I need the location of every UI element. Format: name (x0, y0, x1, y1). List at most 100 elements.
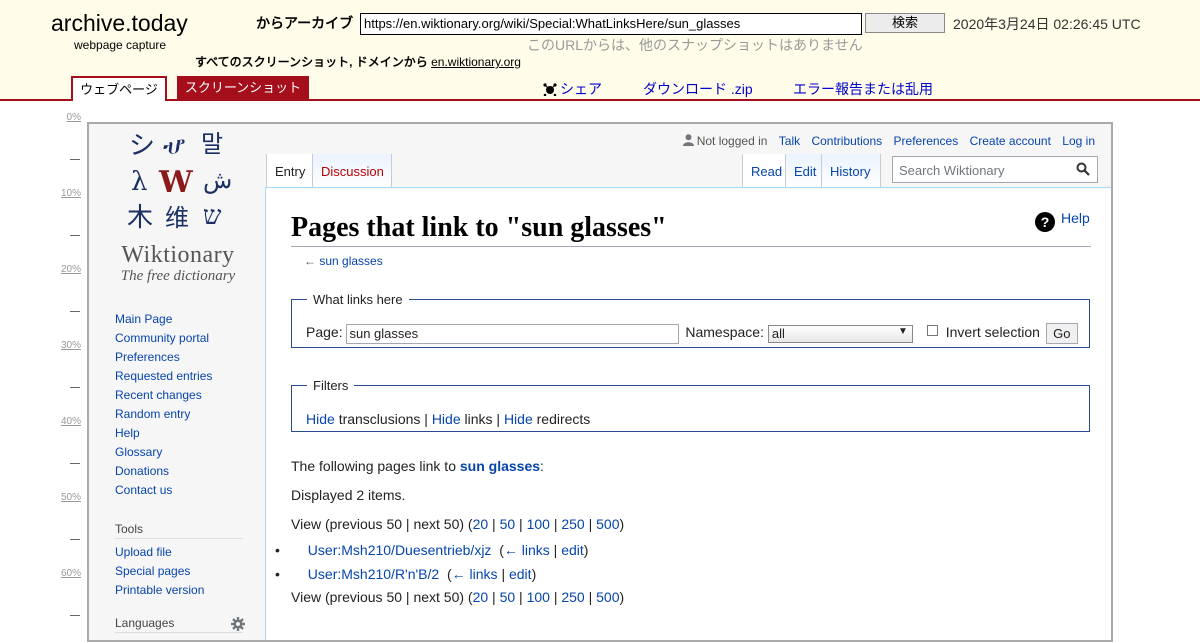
result-whatlinks-link[interactable]: ← links (504, 542, 550, 558)
view-100-link[interactable]: 100 (527, 589, 550, 605)
tab-discussion[interactable]: Discussion (313, 154, 392, 188)
namespace-select[interactable]: all ▼ (767, 324, 913, 343)
view-prefix: View (previous 50 | next 50) ( (291, 589, 473, 605)
dropdown-arrow-icon: ▼ (897, 325, 908, 337)
search-icon[interactable] (1076, 162, 1090, 176)
view-50-link[interactable]: 50 (500, 516, 516, 532)
archive-share-label: シェア (560, 81, 602, 97)
archive-share-link[interactable]: シェア (543, 79, 602, 99)
archive-download-link[interactable]: ダウンロード .zip (643, 79, 753, 99)
hide-links-link[interactable]: Hide (432, 411, 461, 427)
sidebar-item-requested-entries[interactable]: Requested entries (115, 367, 255, 386)
sidebar-item-main-page[interactable]: Main Page (115, 310, 255, 329)
archive-tab-screenshot[interactable]: スクリーンショット (177, 76, 309, 99)
view-50-link[interactable]: 50 (500, 589, 516, 605)
archive-report-link[interactable]: エラー報告または乱用 (793, 79, 933, 99)
result-title-link[interactable]: User:Msh210/Duesentrieb/xjz (308, 542, 492, 558)
ruler-label[interactable]: 30% (61, 340, 81, 351)
captured-page-frame: シ ሇ 말 λ W ش 木 维 ש Wiktionary The free di… (87, 122, 1113, 642)
archive-url-input[interactable]: https://en.wiktionary.org/wiki/Special:W… (360, 13, 862, 35)
view-20-link[interactable]: 20 (473, 589, 489, 605)
help-icon: ? (1035, 212, 1055, 232)
sidebar-item-special-pages[interactable]: Special pages (115, 562, 255, 581)
archive-logo[interactable]: archive.today (51, 10, 188, 37)
sidebar-item-upload-file[interactable]: Upload file (115, 543, 255, 562)
archive-tab-webpage[interactable]: ウェブページ (71, 76, 167, 101)
ruler-label[interactable]: 60% (61, 568, 81, 579)
archive-domain-link[interactable]: en.wiktionary.org (431, 55, 521, 69)
sidebar-item-donations[interactable]: Donations (115, 462, 255, 481)
view-500-link[interactable]: 500 (596, 516, 619, 532)
contributions-link[interactable]: Contributions (811, 134, 882, 148)
archive-no-snapshots-note: このURLからは、他のスナップショットはありません (527, 37, 863, 53)
ruler-tick (70, 615, 80, 616)
share-icon (543, 83, 557, 96)
view-250-link[interactable]: 250 (561, 589, 584, 605)
go-button[interactable]: Go (1045, 323, 1078, 344)
backlink[interactable]: ← sun glasses (304, 254, 383, 268)
result-title-link[interactable]: User:Msh210/R'n'B/2 (308, 566, 439, 582)
invert-selection-checkbox[interactable] (926, 325, 938, 337)
page-label: Page: (306, 324, 343, 341)
sidebar-item-random-entry[interactable]: Random entry (115, 405, 255, 424)
create-account-link[interactable]: Create account (970, 134, 1051, 148)
sidebar-item-contact-us[interactable]: Contact us (115, 481, 255, 500)
view-250-link[interactable]: 250 (561, 516, 584, 532)
svg-text:维: 维 (165, 204, 189, 232)
ruler-label[interactable]: 20% (61, 264, 81, 275)
sidebar-item-help[interactable]: Help (115, 424, 255, 443)
what-links-here-legend: What links here (313, 292, 403, 307)
sidebar-item-glossary[interactable]: Glossary (115, 443, 255, 462)
ruler-label[interactable]: 40% (61, 416, 81, 427)
wiki-search-input[interactable]: Search Wiktionary (892, 156, 1098, 183)
wiktionary-logo-tagline: The free dictionary (120, 268, 236, 284)
tab-read[interactable]: Read (742, 154, 786, 188)
view-500-link[interactable]: 500 (596, 589, 619, 605)
filter-separator: | (496, 411, 501, 427)
displayed-count: Displayed 2 items. (291, 487, 406, 503)
sidebar-languages-label: Languages (115, 616, 175, 630)
sidebar-item-community-portal[interactable]: Community portal (115, 329, 255, 348)
result-whatlinks-link[interactable]: ← links (452, 566, 498, 582)
page-input[interactable]: sun glasses (346, 323, 680, 344)
following-pages-text: The following pages link to sun glasses: (291, 458, 544, 474)
tab-entry[interactable]: Entry (266, 154, 313, 188)
gear-icon[interactable] (231, 617, 245, 631)
sidebar-item-recent-changes[interactable]: Recent changes (115, 386, 255, 405)
wiktionary-logo[interactable]: シ ሇ 말 λ W ش 木 维 ש Wiktionary The free di… (113, 128, 243, 288)
talk-link[interactable]: Talk (779, 134, 800, 148)
ruler-label[interactable]: 10% (61, 188, 81, 199)
tab-edit[interactable]: Edit (786, 154, 822, 188)
what-links-here-row: Page: sun glasses Namespace: all ▼ Invert… (306, 323, 1078, 344)
view-suffix: ) (619, 516, 625, 532)
sidebar-languages-heading[interactable]: Languages (115, 614, 245, 633)
log-in-link[interactable]: Log in (1062, 134, 1095, 148)
help-label: Help (1061, 210, 1090, 226)
ruler-label[interactable]: 0% (67, 112, 81, 123)
result-edit-link[interactable]: edit (561, 542, 584, 558)
ruler-tick (70, 311, 80, 312)
result-list-item: • User:Msh210/Duesentrieb/xjz (← links |… (275, 542, 589, 558)
result-edit-link[interactable]: edit (509, 566, 532, 582)
invert-selection-label: Invert selection (945, 324, 1040, 341)
sidebar-tools-heading[interactable]: Tools (115, 520, 243, 539)
sidebar-item-printable-version[interactable]: Printable version (115, 581, 255, 600)
help-link[interactable]: ? Help (1035, 210, 1090, 232)
view-20-link[interactable]: 20 (473, 516, 489, 532)
archive-capture-date: 2020年3月24日 02:26:45 UTC (953, 16, 1141, 32)
tab-history[interactable]: History (822, 154, 881, 188)
following-target-link[interactable]: sun glasses (460, 458, 540, 474)
archive-from-label: からアーカイブ (256, 15, 354, 31)
backlink-label: sun glasses (319, 254, 383, 268)
bullet: • (275, 542, 280, 558)
archive-search-button[interactable]: 検索 (865, 13, 945, 33)
what-links-here-form: What links here Page: sun glasses Namesp… (291, 292, 1090, 348)
preferences-link[interactable]: Preferences (894, 134, 959, 148)
filter-transclusions-label: transclusions (338, 411, 421, 427)
hide-transclusions-link[interactable]: Hide (306, 411, 335, 427)
view-100-link[interactable]: 100 (527, 516, 550, 532)
sidebar-item-preferences[interactable]: Preferences (115, 348, 255, 367)
ruler-label[interactable]: 50% (61, 492, 81, 503)
hide-redirects-link[interactable]: Hide (504, 411, 533, 427)
filters-form: Filters Hide transclusions | Hide links … (291, 378, 1090, 432)
